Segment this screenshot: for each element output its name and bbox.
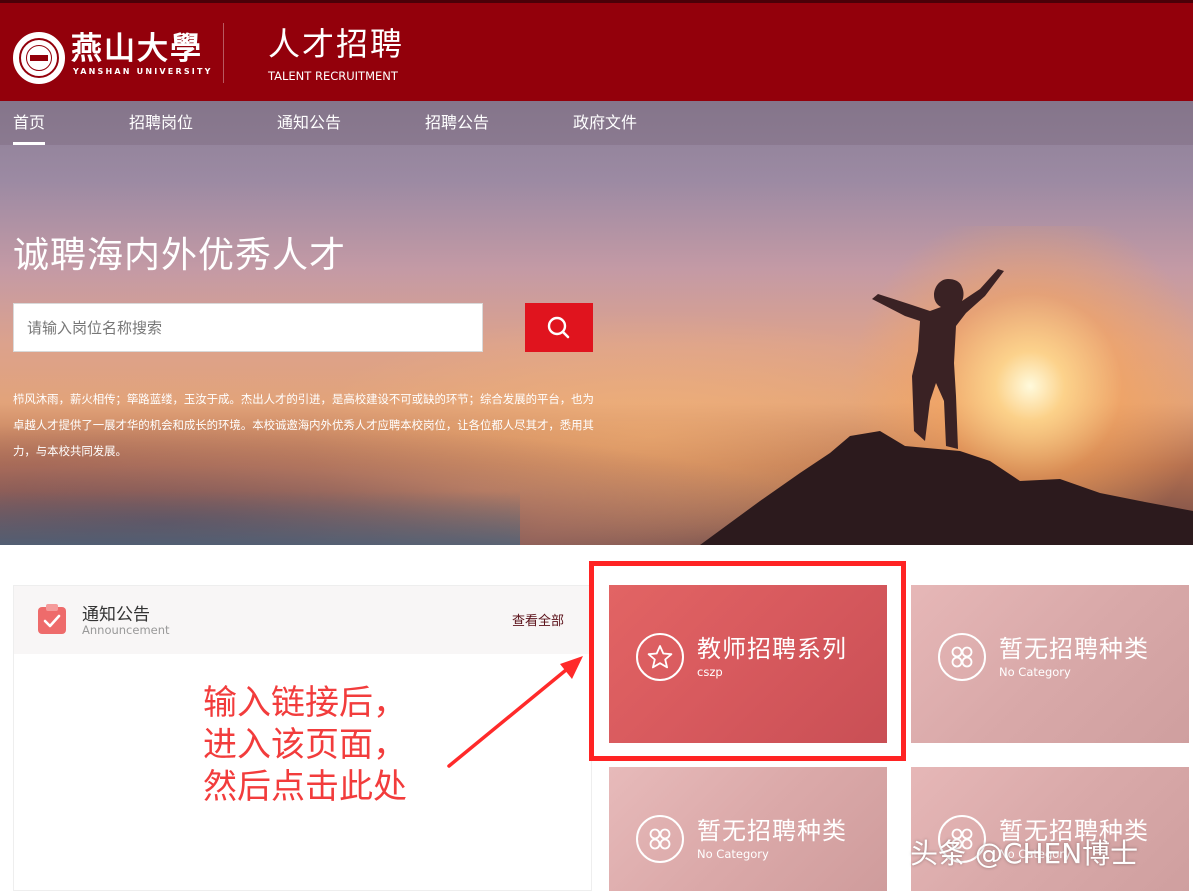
annotation-text: 输入链接后， 进入该页面， 然后点击此处 (203, 682, 407, 808)
hero-description: 栉风沐雨，薪火相传；筚路蓝缕，玉汝于成。杰出人才的引进，是高校建设不可或缺的环节… (13, 392, 594, 458)
category-title: 暂无招聘种类 (697, 817, 847, 845)
site-subtitle: TALENT RECRUITMENT (268, 69, 398, 83)
hero-title: 诚聘海内外优秀人才 (13, 235, 347, 276)
nav-item-recruitment-announcements[interactable]: 招聘公告 (425, 101, 489, 145)
site-header: 燕山大學 YANSHAN UNIVERSITY 人才招聘 TALENT RECR… (0, 0, 1193, 101)
announcement-header: 通知公告 Announcement 查看全部 (14, 586, 591, 654)
category-card-no-category-2[interactable]: 暂无招聘种类 No Category (609, 767, 887, 891)
university-name-logo[interactable]: 燕山大學 (71, 31, 203, 67)
announcement-title: 通知公告 (82, 605, 150, 625)
clover-icon (636, 815, 684, 863)
clover-icon (938, 633, 986, 681)
search-button[interactable] (525, 303, 593, 352)
annotation-line: 输入链接后， (203, 683, 407, 723)
nav-item-home[interactable]: 首页 (13, 101, 46, 145)
category-card-no-category-1[interactable]: 暂无招聘种类 No Category (911, 585, 1189, 743)
position-search-input[interactable] (13, 303, 483, 352)
category-title: 暂无招聘种类 (999, 635, 1149, 663)
annotation-line: 进入该页面， (203, 725, 407, 765)
announcement-subtitle: Announcement (82, 623, 170, 637)
clipboard-check-icon (38, 604, 66, 634)
view-all-link[interactable]: 查看全部 (512, 610, 564, 629)
main-nav: 首页 招聘岗位 通知公告 招聘公告 政府文件 (0, 101, 1193, 145)
annotation-line: 然后点击此处 (203, 767, 407, 807)
watermark: 头条 @CHEN博士 (910, 837, 1139, 870)
nav-item-notices[interactable]: 通知公告 (277, 101, 341, 145)
nav-item-government-documents[interactable]: 政府文件 (573, 101, 637, 145)
category-card-no-category-3[interactable]: 暂无招聘种类 No Category (911, 767, 1189, 891)
nav-item-positions[interactable]: 招聘岗位 (129, 101, 193, 145)
university-name-en: YANSHAN UNIVERSITY (73, 67, 213, 76)
search-icon (547, 316, 570, 339)
header-divider (223, 23, 224, 83)
highlight-box (589, 561, 906, 761)
university-seal-logo[interactable] (13, 32, 65, 84)
category-code: No Category (999, 665, 1071, 679)
site-title: 人才招聘 (268, 25, 405, 63)
category-code: No Category (697, 847, 769, 861)
